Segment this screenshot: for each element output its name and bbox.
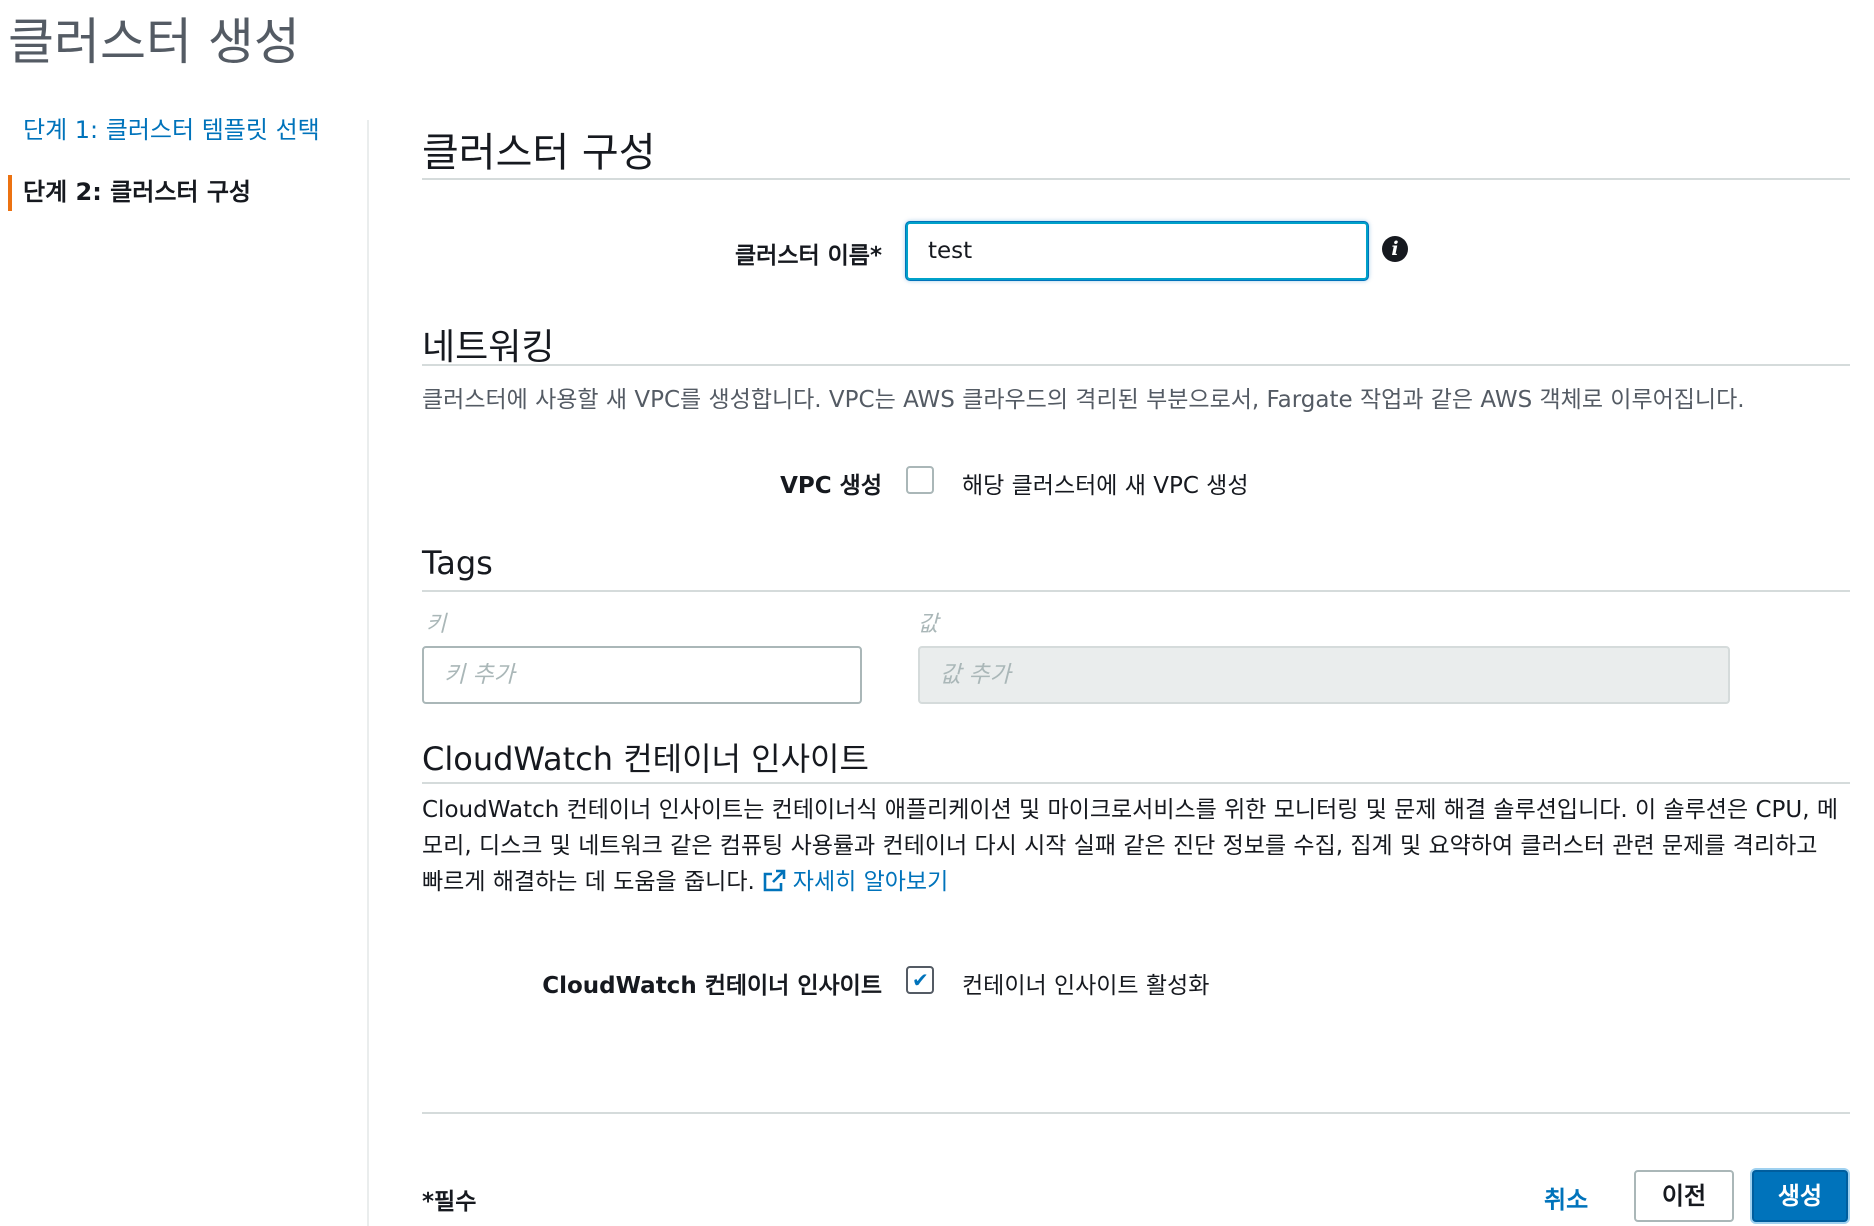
cluster-name-label: 클러스터 이름* bbox=[735, 243, 882, 269]
tag-value-column-label: 값 bbox=[918, 612, 939, 637]
networking-heading: 네트워킹 bbox=[422, 327, 555, 368]
tag-key-input[interactable] bbox=[422, 646, 862, 704]
cloudwatch-heading: CloudWatch 컨테이너 인사이트 bbox=[422, 740, 869, 778]
cloudwatch-divider bbox=[422, 782, 1850, 784]
footer-divider bbox=[422, 1112, 1850, 1114]
previous-button[interactable]: 이전 bbox=[1634, 1170, 1734, 1222]
step-1-link[interactable]: 단계 1: 클러스터 템플릿 선택 bbox=[0, 110, 368, 150]
container-insights-label: CloudWatch 컨테이너 인사이트 bbox=[542, 973, 882, 999]
external-link-icon bbox=[763, 869, 786, 892]
main-panel: 클러스터 구성 클러스터 이름* i 네트워킹 클러스터에 사용할 새 VPC를… bbox=[422, 0, 1850, 1226]
networking-divider bbox=[422, 364, 1850, 366]
cloudwatch-description-text: CloudWatch 컨테이너 인사이트는 컨테이너식 애플리케이션 및 마이크… bbox=[422, 797, 1838, 895]
wizard-steps-nav: 단계 1: 클러스터 템플릿 선택 단계 2: 클러스터 구성 bbox=[0, 110, 368, 212]
step-2-current: 단계 2: 클러스터 구성 bbox=[0, 172, 368, 212]
tag-value-input[interactable] bbox=[918, 646, 1730, 704]
configure-heading: 클러스터 구성 bbox=[422, 130, 656, 176]
cancel-button[interactable]: 취소 bbox=[1544, 1180, 1588, 1215]
learn-more-link[interactable]: 자세히 알아보기 bbox=[755, 869, 948, 895]
container-insights-checkbox[interactable]: ✔ bbox=[906, 966, 934, 994]
vpc-create-label: VPC 생성 bbox=[780, 473, 882, 499]
page-title: 클러스터 생성 bbox=[8, 13, 300, 71]
info-icon[interactable]: i bbox=[1382, 236, 1408, 262]
tag-key-column-label: 키 bbox=[426, 612, 447, 637]
learn-more-label[interactable]: 자세히 알아보기 bbox=[793, 869, 948, 895]
cluster-name-input[interactable] bbox=[906, 222, 1368, 280]
required-note: *필수 bbox=[422, 1189, 477, 1215]
container-insights-checkbox-text[interactable]: 컨테이너 인사이트 활성화 bbox=[962, 966, 1209, 1000]
vpc-create-checkbox-text[interactable]: 해당 클러스터에 새 VPC 생성 bbox=[962, 466, 1249, 500]
create-button[interactable]: 생성 bbox=[1752, 1170, 1848, 1222]
configure-divider bbox=[422, 178, 1850, 180]
tags-divider bbox=[422, 590, 1850, 592]
checkmark-icon: ✔ bbox=[912, 968, 929, 992]
cloudwatch-description: CloudWatch 컨테이너 인사이트는 컨테이너식 애플리케이션 및 마이크… bbox=[422, 792, 1842, 900]
networking-description: 클러스터에 사용할 새 VPC를 생성합니다. VPC는 AWS 클라우드의 격… bbox=[422, 387, 1745, 413]
nav-divider bbox=[367, 120, 369, 1226]
vpc-create-checkbox[interactable] bbox=[906, 466, 934, 494]
tags-heading: Tags bbox=[422, 544, 493, 582]
